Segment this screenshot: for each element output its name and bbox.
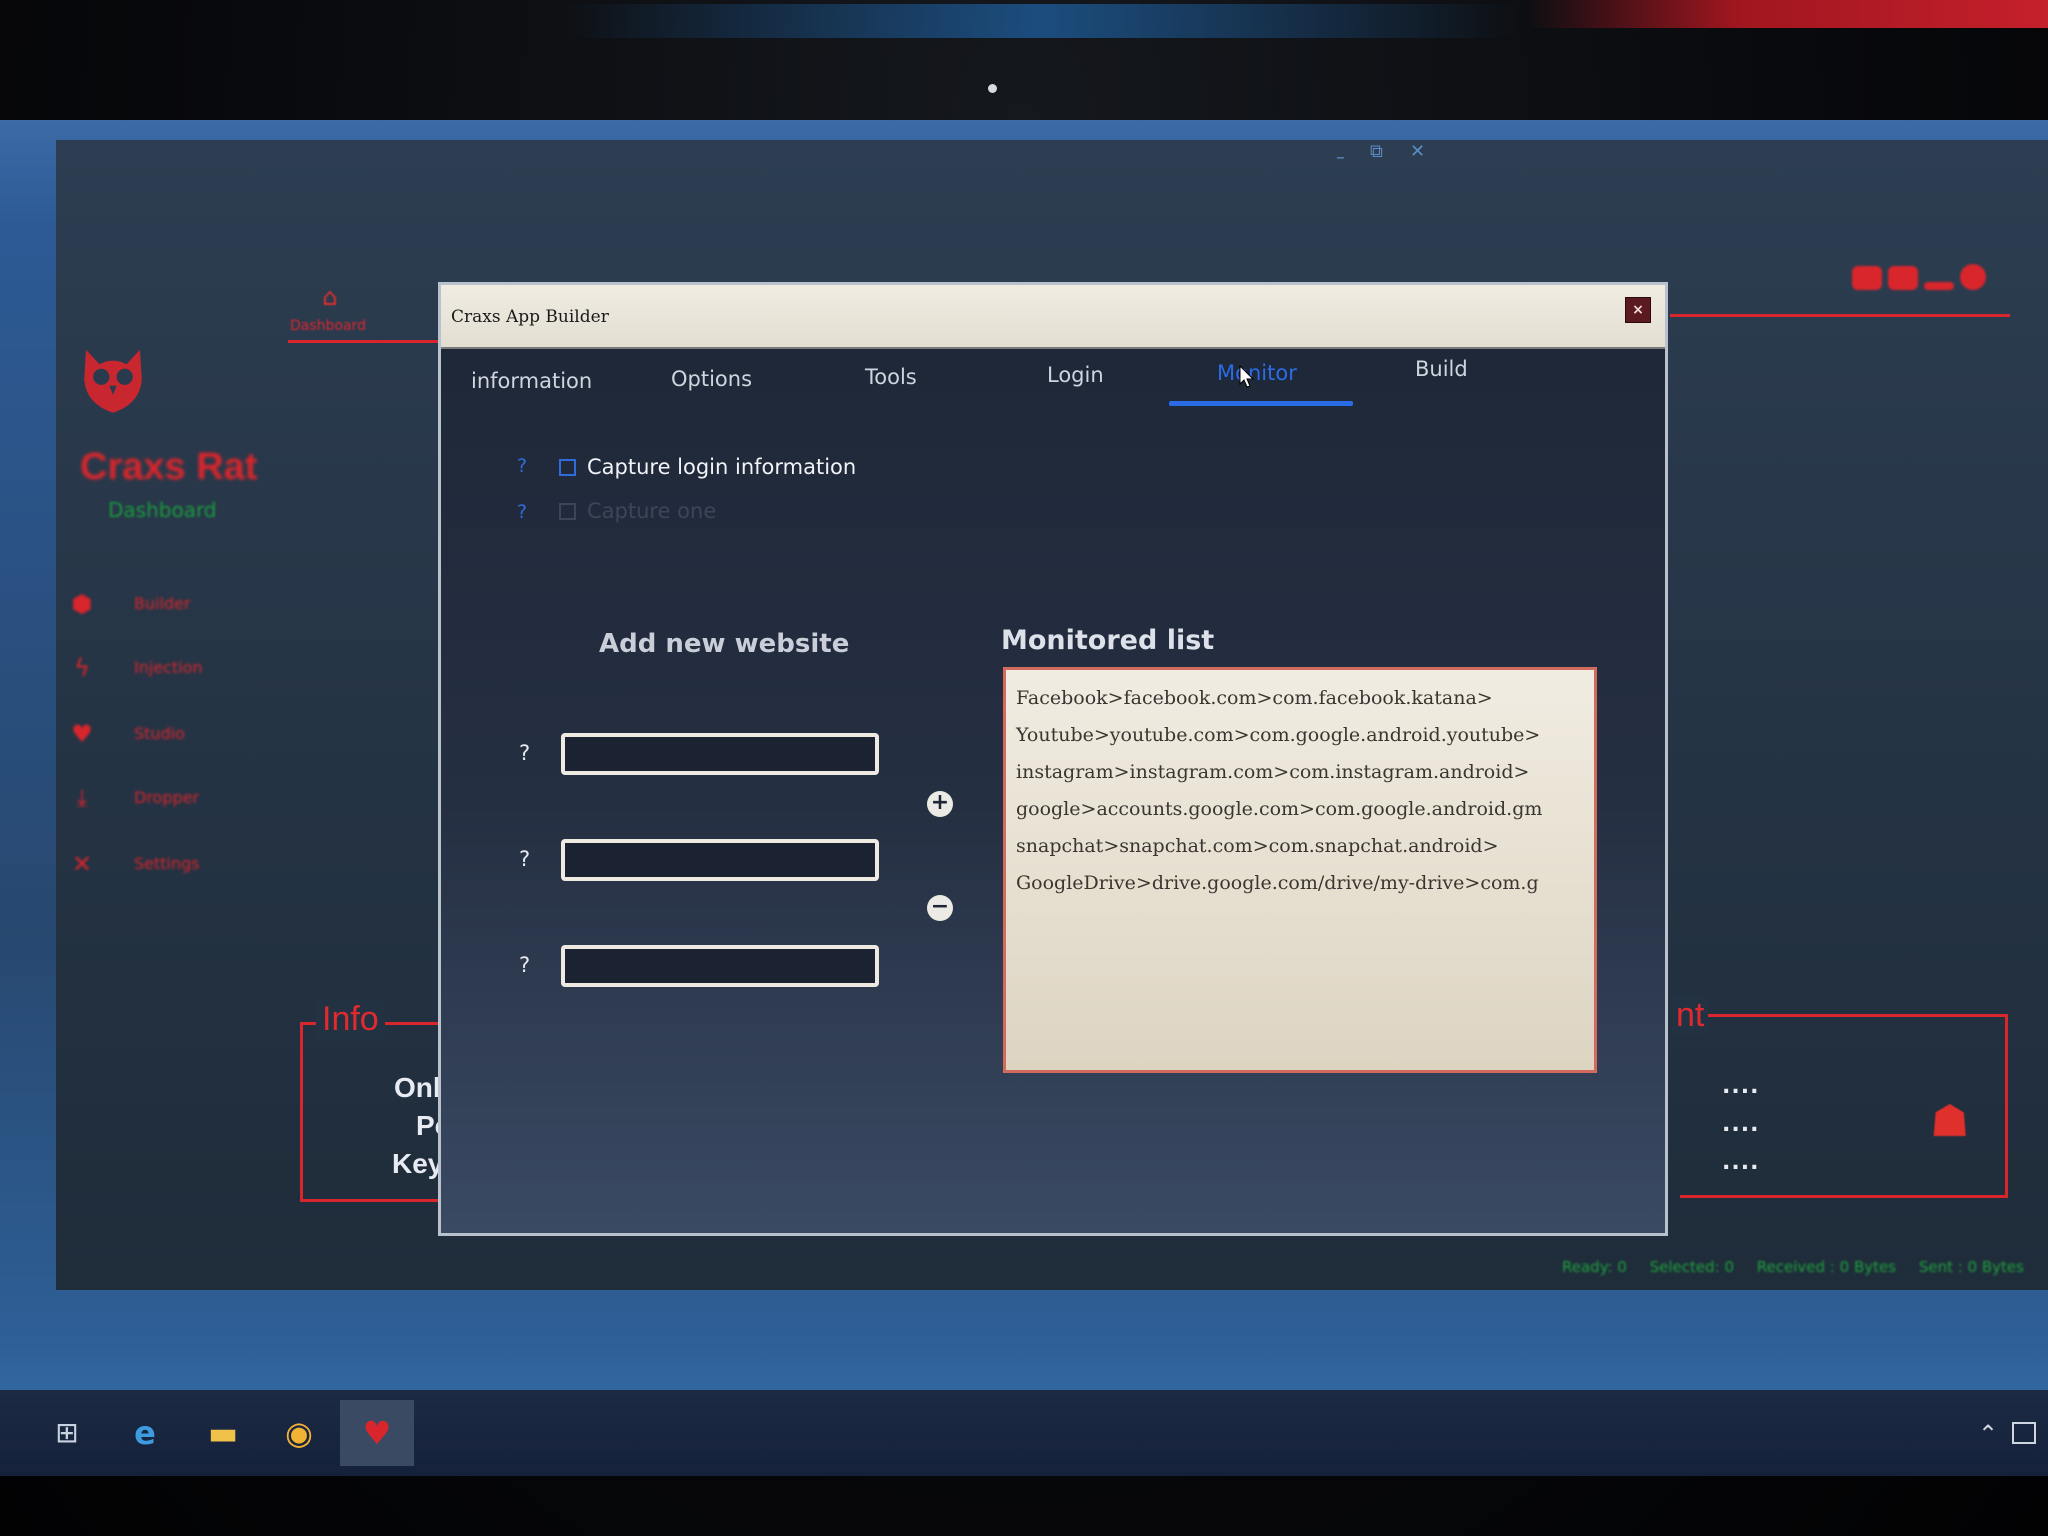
- bolt-icon: ϟ: [74, 654, 90, 682]
- list-item[interactable]: google>accounts.google.com>com.google.an…: [1016, 791, 1584, 828]
- website-url-field[interactable]: [561, 839, 879, 881]
- tab-login[interactable]: Login: [1047, 363, 1104, 409]
- sidebar-item-label: Builder: [134, 594, 191, 613]
- status-sent: Sent : 0 Bytes: [1918, 1258, 2024, 1276]
- list-item[interactable]: Youtube>youtube.com>com.google.android.y…: [1016, 717, 1584, 754]
- help-icon[interactable]: ?: [519, 847, 530, 871]
- tab-options[interactable]: Options: [671, 367, 752, 413]
- heart-icon: ♥: [71, 720, 93, 748]
- gear-icon[interactable]: [1960, 264, 1986, 290]
- website-name-field[interactable]: [561, 733, 879, 775]
- list-item[interactable]: snapchat>snapchat.com>com.snapchat.andro…: [1016, 828, 1584, 865]
- tab-information[interactable]: information: [471, 369, 592, 415]
- close-icon[interactable]: ✕: [1410, 143, 1426, 161]
- client-panel-title: nt: [1672, 996, 1709, 1035]
- add-website-button[interactable]: +: [927, 791, 953, 817]
- task-view-icon[interactable]: ⊞: [44, 1410, 90, 1456]
- maximize-icon[interactable]: ⧉: [1370, 143, 1386, 161]
- add-website-title: Add new website: [599, 629, 850, 659]
- sidebar-item-dropper[interactable]: ⤓ Dropper: [68, 780, 308, 816]
- minimize-icon[interactable]: –: [1336, 149, 1352, 167]
- help-icon[interactable]: ?: [517, 501, 527, 523]
- nav-dashboard-label[interactable]: Dashboard: [290, 318, 366, 334]
- internet-explorer-icon[interactable]: e: [122, 1410, 168, 1456]
- minimize-icon[interactable]: [1924, 282, 1954, 290]
- info-panel-title: Info: [316, 1000, 385, 1039]
- status-received: Received : 0 Bytes: [1756, 1258, 1897, 1276]
- sidebar-item-studio[interactable]: ♥ Studio: [68, 716, 308, 752]
- app-name: Craxs Rat: [80, 446, 258, 488]
- file-explorer-icon[interactable]: ▬: [200, 1410, 246, 1456]
- app-builder-dialog: Craxs App Builder × information Options …: [438, 282, 1668, 1236]
- sidebar-item-label: Dropper: [134, 788, 200, 807]
- help-icon[interactable]: ?: [519, 953, 530, 977]
- sidebar-item-settings[interactable]: ✕ Settings: [68, 846, 308, 882]
- client-value: ....: [1722, 1150, 1760, 1175]
- capture-login-label[interactable]: Capture login information: [587, 455, 856, 479]
- status-selected: Selected: 0: [1649, 1258, 1735, 1276]
- top-right-toolbar: [1852, 264, 2002, 300]
- webcam: [988, 84, 997, 93]
- info-key-label: Key: [392, 1148, 444, 1179]
- monitored-list-title: Monitored list: [1001, 625, 1215, 656]
- client-user-icon: ☗: [1930, 1096, 1970, 1147]
- home-icon[interactable]: ⌂: [316, 283, 344, 311]
- monitored-list[interactable]: Facebook>facebook.com>com.facebook.katan…: [1003, 667, 1597, 1073]
- dialog-close-button[interactable]: ×: [1625, 297, 1651, 323]
- status-ready: Ready: 0: [1562, 1258, 1627, 1276]
- sidebar-item-builder[interactable]: ⬢ Builder: [68, 586, 308, 622]
- help-icon[interactable]: ?: [519, 741, 530, 765]
- download-icon: ⤓: [76, 784, 88, 812]
- capture-one-label[interactable]: Capture one: [587, 499, 716, 523]
- status-bar: Ready: 0 Selected: 0 Received : 0 Bytes …: [1562, 1258, 2042, 1276]
- main-titlebar: [560, 4, 1520, 38]
- tools-icon: ✕: [71, 850, 93, 878]
- app-subtitle: Dashboard: [108, 498, 217, 522]
- sidebar-item-label: Studio: [134, 724, 185, 743]
- monitor-light-accent: [1528, 0, 2048, 28]
- sidebar-item-label: Injection: [134, 658, 203, 677]
- nav-active-underline: [288, 340, 448, 343]
- owl-logo-icon: [84, 349, 142, 413]
- craxs-rat-icon[interactable]: ♥: [354, 1410, 400, 1456]
- help-icon[interactable]: ?: [517, 455, 527, 477]
- list-item[interactable]: GoogleDrive>drive.google.com/drive/my-dr…: [1016, 865, 1584, 902]
- capture-one-checkbox[interactable]: [559, 503, 576, 520]
- sidebar-item-label: Settings: [134, 854, 200, 873]
- sidebar-item-injection[interactable]: ϟ Injection: [68, 650, 308, 686]
- tab-build[interactable]: Build: [1415, 357, 1468, 403]
- capture-login-checkbox[interactable]: [559, 459, 576, 476]
- remove-website-button[interactable]: −: [927, 895, 953, 921]
- mouse-cursor-icon: [1239, 365, 1255, 388]
- header-divider: [1670, 314, 2010, 317]
- android-icon: ⬢: [71, 590, 93, 618]
- chrome-icon[interactable]: ◉: [276, 1410, 322, 1456]
- dialog-title: Craxs App Builder: [451, 307, 609, 327]
- tray-expand-icon[interactable]: ⌃: [1978, 1420, 1998, 1448]
- client-value: ....: [1722, 1074, 1760, 1099]
- active-tab-indicator: [1169, 401, 1353, 406]
- client-value: ....: [1722, 1112, 1760, 1137]
- dialog-titlebar: Craxs App Builder ×: [441, 285, 1665, 349]
- thumbs-up-icon[interactable]: [1888, 266, 1918, 290]
- list-item[interactable]: instagram>instagram.com>com.instagram.an…: [1016, 754, 1584, 791]
- message-icon[interactable]: [1852, 266, 1882, 290]
- list-item[interactable]: Facebook>facebook.com>com.facebook.katan…: [1016, 680, 1584, 717]
- tray-network-icon[interactable]: [2012, 1422, 2036, 1444]
- tab-tools[interactable]: Tools: [865, 365, 917, 411]
- website-package-field[interactable]: [561, 945, 879, 987]
